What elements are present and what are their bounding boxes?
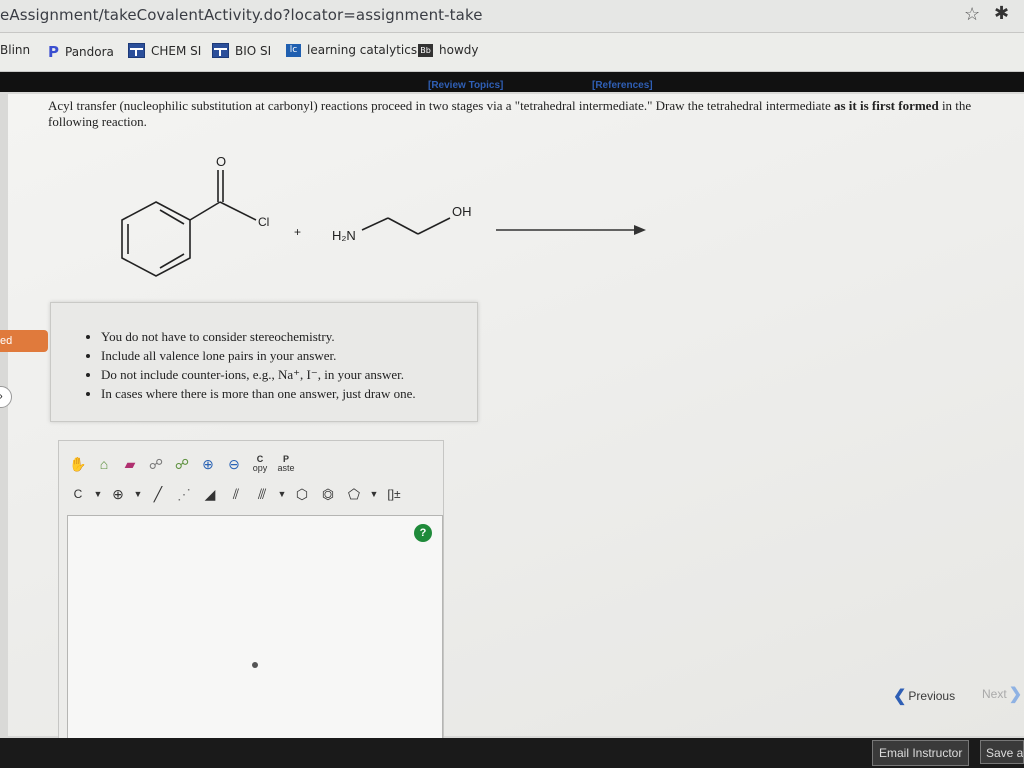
- bookmark-label: Blinn: [0, 43, 31, 57]
- bookmark-pandora[interactable]: P Pandora: [48, 43, 114, 61]
- lasso-icon[interactable]: ⌂: [93, 453, 115, 475]
- bookmark-label: howdy: [439, 43, 479, 57]
- save-and-exit-button[interactable]: Save an: [980, 740, 1024, 764]
- plus-sign: +: [294, 225, 301, 239]
- chevron-left-icon: ❮: [893, 688, 907, 705]
- pentagon-ring-icon[interactable]: ⬠: [343, 483, 365, 505]
- oxygen-label: O: [216, 154, 226, 169]
- editor-toolbar-bottom: C ▼ ⊕ ▼ ╱ ⋰ ◢ ⫽ ⫻ ▼ ⬡ ⏣ ⬠ ▼ []±: [67, 483, 405, 505]
- chlorine-label: Cl: [258, 215, 269, 229]
- extension-icon[interactable]: ✱: [994, 3, 1009, 24]
- editor-toolbar-top: ✋ ⌂ ▰ ☍ ☍ ⊕ ⊖ C opy P aste: [67, 453, 297, 475]
- bookmark-blinn[interactable]: Blinn: [0, 43, 30, 57]
- blackboard-icon: Bb: [418, 43, 433, 57]
- chevron-down-icon[interactable]: ▼: [369, 483, 379, 505]
- bookmark-howdy[interactable]: Bb howdy: [418, 43, 478, 57]
- pandora-icon: P: [48, 43, 59, 61]
- bracket-charge-icon[interactable]: []±: [383, 483, 405, 505]
- question-emphasis: as it is first formed: [833, 98, 939, 113]
- chevron-down-icon[interactable]: ▼: [133, 483, 143, 505]
- copy-button[interactable]: C opy: [249, 453, 271, 475]
- benzene-ring: [121, 201, 221, 277]
- bookmark-bio-si[interactable]: BIO SI: [212, 43, 271, 58]
- instruction-item: Include all valence lone pairs in your a…: [101, 348, 416, 364]
- bookmark-star-icon[interactable]: ☆: [964, 4, 980, 25]
- copy-label: opy: [252, 463, 268, 473]
- bookmark-learning-catalytics[interactable]: lc learning catalytics: [286, 43, 417, 57]
- chevron-down-icon[interactable]: ▼: [277, 483, 287, 505]
- question-panel: Acyl transfer (nucleophilic substitution…: [8, 94, 1024, 749]
- next-label: Next: [982, 687, 1007, 701]
- email-instructor-button[interactable]: Email Instructor: [872, 740, 970, 766]
- structure-editor: ✋ ⌂ ▰ ☍ ☍ ⊕ ⊖ C opy P aste C ▼ ⊕ ▼ ╱ ⋰ ◢…: [58, 440, 444, 749]
- triple-bond-icon[interactable]: ⫻: [251, 483, 273, 505]
- topic-links: [Review Topics] [References]: [0, 80, 1024, 94]
- canvas-dot: [252, 662, 258, 668]
- sidebar-tab[interactable]: ed: [0, 330, 48, 352]
- hand-icon[interactable]: ✋: [67, 453, 89, 475]
- bookmarks-bar: Blinn P Pandora CHEM SI BIO SI lc learni…: [0, 33, 1024, 72]
- wedge-bond-icon[interactable]: ◢: [199, 483, 221, 505]
- bookmark-label: CHEM SI: [151, 43, 202, 58]
- drawing-canvas[interactable]: ?: [67, 515, 443, 749]
- eraser-icon[interactable]: ▰: [119, 453, 141, 475]
- paste-button[interactable]: P aste: [275, 453, 297, 475]
- instructions-list: You do not have to consider stereochemis…: [51, 329, 416, 405]
- bookmark-label: Pandora: [65, 45, 114, 59]
- element-selector[interactable]: C: [67, 483, 89, 505]
- hexagon-ring-icon[interactable]: ⬡: [291, 483, 313, 505]
- instruction-item: You do not have to consider stereochemis…: [101, 329, 416, 345]
- help-icon[interactable]: ?: [414, 524, 432, 542]
- reaction-arrow: [496, 225, 646, 235]
- amine-label: H₂N: [332, 228, 356, 243]
- chevron-right-icon: ❯: [1008, 686, 1023, 703]
- address-bar[interactable]: eAssignment/takeCovalentActivity.do?loca…: [0, 0, 1024, 33]
- table-icon: [128, 43, 145, 58]
- element-label: C: [73, 487, 83, 501]
- paste-label: aste: [277, 463, 295, 473]
- instruction-item: Do not include counter-ions, e.g., Na⁺, …: [101, 367, 416, 383]
- sidebar-tab-label: ed: [0, 335, 13, 347]
- previous-button[interactable]: ❮ Previous: [893, 686, 955, 706]
- bookmark-label: BIO SI: [235, 43, 272, 58]
- zoom-in-icon[interactable]: ⊕: [197, 453, 219, 475]
- question-part: Acyl transfer (nucleophilic substitution…: [48, 98, 834, 113]
- hydroxyl-label: OH: [452, 204, 472, 219]
- instructions-box: You do not have to consider stereochemis…: [50, 302, 478, 422]
- learning-catalytics-icon: lc: [286, 43, 301, 57]
- bookmark-label: learning catalytics: [307, 43, 418, 57]
- reaction-scheme: O Cl + H₂N OH: [121, 154, 646, 277]
- double-bond-icon[interactable]: ⫽: [225, 483, 247, 505]
- bookmark-chem-si[interactable]: CHEM SI: [128, 43, 201, 58]
- instruction-item: In cases where there is more than one an…: [101, 386, 416, 402]
- previous-label: Previous: [908, 689, 956, 703]
- chevron-down-icon[interactable]: ▼: [93, 483, 103, 505]
- hash-bond-icon[interactable]: ⋰: [173, 483, 195, 505]
- references-link[interactable]: [References]: [592, 80, 653, 91]
- benzene-ring-icon[interactable]: ⏣: [317, 483, 339, 505]
- ethanolamine-chain: [361, 217, 451, 235]
- question-text: Acyl transfer (nucleophilic substitution…: [48, 98, 988, 130]
- zoom-out-icon[interactable]: ⊖: [223, 453, 245, 475]
- table-icon: [212, 43, 229, 58]
- footer-bar: [0, 738, 1024, 768]
- url-text[interactable]: eAssignment/takeCovalentActivity.do?loca…: [0, 6, 483, 24]
- template-ring-icon[interactable]: ☍: [171, 453, 193, 475]
- next-button[interactable]: Next ❯: [982, 684, 1022, 704]
- single-bond-icon[interactable]: ╱: [147, 483, 169, 505]
- carbonyl-group: [217, 170, 257, 221]
- template-icon[interactable]: ☍: [145, 453, 167, 475]
- charge-icon[interactable]: ⊕: [107, 483, 129, 505]
- review-topics-link[interactable]: [Review Topics]: [428, 80, 503, 91]
